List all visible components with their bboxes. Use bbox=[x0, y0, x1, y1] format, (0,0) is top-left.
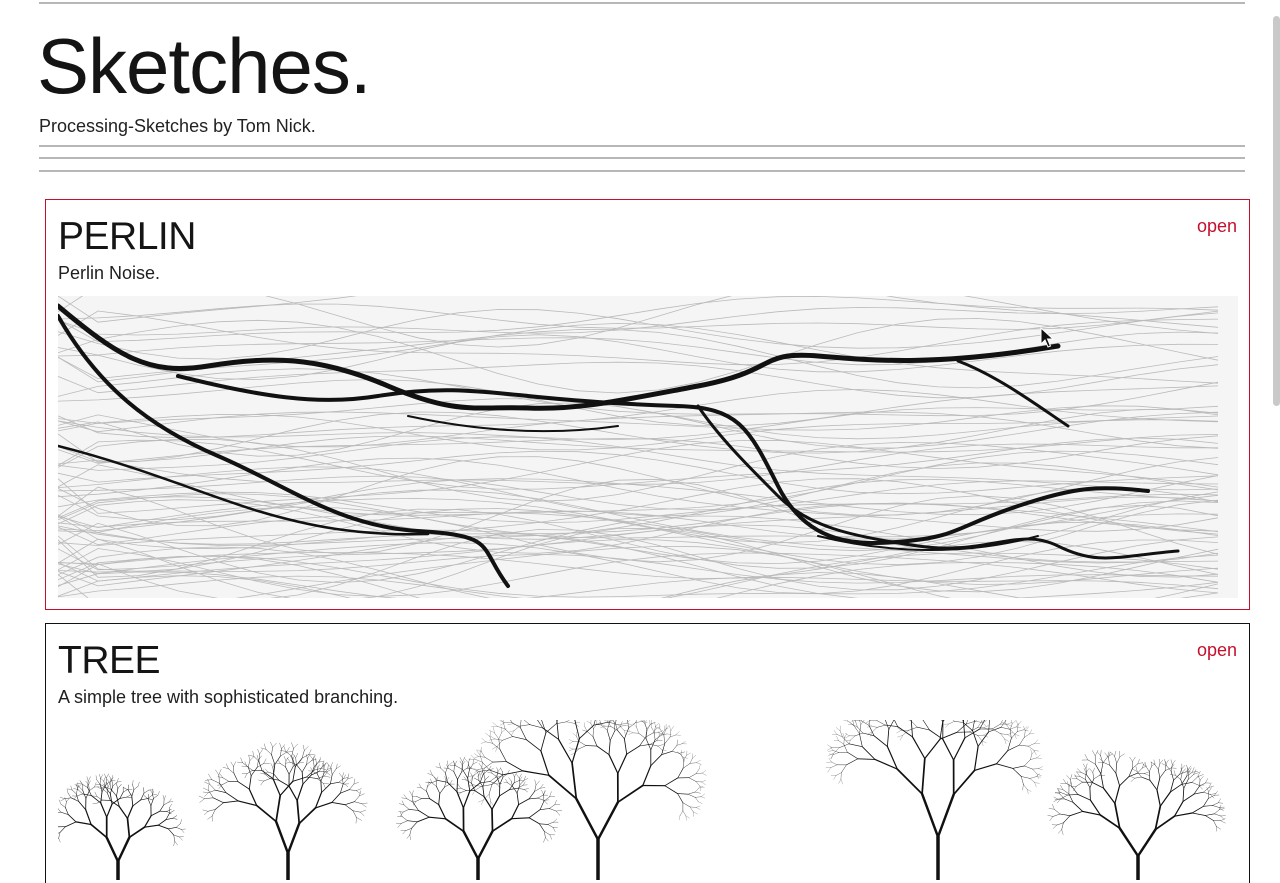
mouse-cursor-icon bbox=[1040, 327, 1054, 349]
page-title: Sketches. bbox=[37, 21, 371, 111]
sketch-description: Perlin Noise. bbox=[58, 262, 160, 284]
sketch-title: PERLIN bbox=[58, 215, 196, 259]
sketch-title: TREE bbox=[58, 639, 160, 683]
divider-rule bbox=[39, 145, 1245, 147]
perlin-preview-image[interactable] bbox=[58, 296, 1238, 598]
sketch-card-tree[interactable]: TREE A simple tree with sophisticated br… bbox=[45, 623, 1250, 883]
open-sketch-link[interactable]: open bbox=[1197, 639, 1237, 661]
tree-preview-image[interactable] bbox=[58, 720, 1238, 880]
page-scrollbar[interactable] bbox=[1273, 16, 1280, 406]
open-sketch-link[interactable]: open bbox=[1197, 215, 1237, 237]
top-rule bbox=[39, 2, 1245, 4]
page-subtitle: Processing-Sketches by Tom Nick. bbox=[39, 115, 316, 137]
divider-rule bbox=[39, 157, 1245, 159]
sketch-description: A simple tree with sophisticated branchi… bbox=[58, 686, 398, 708]
divider-rule bbox=[39, 170, 1245, 172]
sketch-card-perlin[interactable]: PERLIN Perlin Noise. open bbox=[45, 199, 1250, 610]
